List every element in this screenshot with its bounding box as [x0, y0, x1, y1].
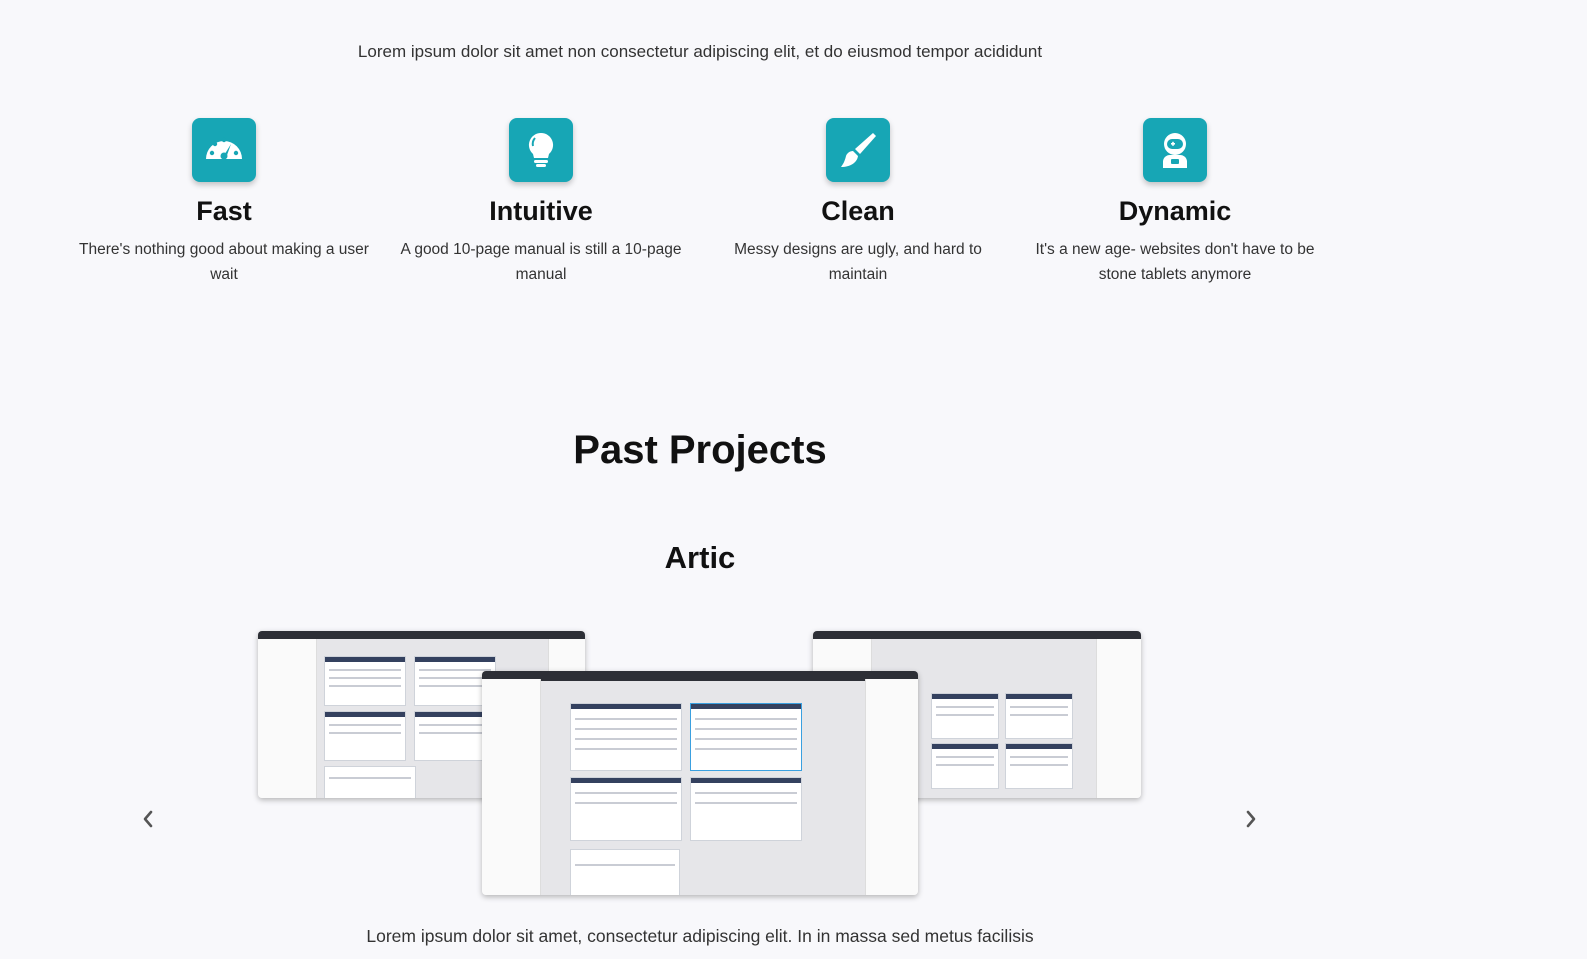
intro-text: Lorem ipsum dolor sit amet non consectet…	[357, 42, 1043, 61]
project-screenshot-active[interactable]	[482, 671, 918, 895]
chevron-left-icon	[143, 810, 153, 828]
feature-description: A good 10-page manual is still a 10-page…	[400, 241, 682, 283]
feature-description: There's nothing good about making a user…	[79, 241, 369, 283]
project-description: Lorem ipsum dolor sit amet, consectetur …	[366, 926, 1034, 946]
robot-icon	[1143, 118, 1207, 182]
brush-icon	[826, 118, 890, 182]
speedometer-icon	[192, 118, 256, 182]
feature-description: Messy designs are ugly, and hard to main…	[734, 241, 982, 283]
feature-title: Fast	[196, 196, 252, 226]
carousel-next-button[interactable]	[1238, 806, 1264, 832]
feature-fast: Fast There's nothing good about making a…	[79, 118, 369, 287]
feature-dynamic: Dynamic It's a new age- websites don't h…	[1030, 118, 1320, 287]
feature-description: It's a new age- websites don't have to b…	[1035, 241, 1315, 283]
feature-intuitive: Intuitive A good 10-page manual is still…	[396, 118, 686, 287]
feature-title: Intuitive	[489, 196, 593, 226]
chevron-right-icon	[1246, 810, 1256, 828]
feature-clean: Clean Messy designs are ugly, and hard t…	[713, 118, 1003, 287]
lightbulb-icon	[509, 118, 573, 182]
feature-title: Clean	[821, 196, 895, 226]
section-title: Past Projects	[573, 428, 827, 472]
carousel-prev-button[interactable]	[135, 806, 161, 832]
project-title: Artic	[664, 540, 736, 575]
feature-title: Dynamic	[1118, 196, 1232, 226]
